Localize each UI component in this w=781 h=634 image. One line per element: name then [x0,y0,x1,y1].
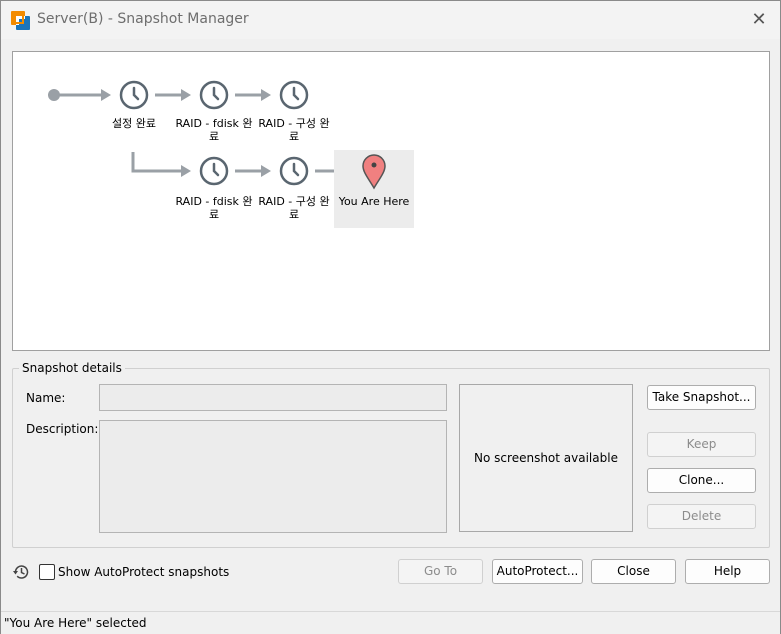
clock-icon[interactable] [199,156,229,186]
snapshot-label[interactable]: RAID - 구성 완료 [254,195,334,221]
clock-icon[interactable] [199,80,229,110]
clock-icon[interactable] [279,156,309,186]
autoprotect-button[interactable]: AutoProtect... [492,559,583,584]
snapshot-tree-panel[interactable]: 설정 완료 RAID - fdisk 완료 RAID - 구성 완료 RAID … [12,51,770,351]
you-are-here-label[interactable]: You Are Here [334,195,414,208]
history-icon [13,565,29,579]
no-screenshot-text: No screenshot available [474,451,618,465]
name-label: Name: [26,391,66,405]
screenshot-preview: No screenshot available [459,384,633,532]
description-label: Description: [26,422,99,436]
go-to-button[interactable]: Go To [398,559,483,584]
description-field[interactable] [99,420,447,533]
clock-icon[interactable] [279,80,309,110]
help-button[interactable]: Help [685,559,770,584]
keep-button[interactable]: Keep [647,432,756,457]
snapshot-label[interactable]: 설정 완료 [94,117,174,130]
close-window-icon[interactable]: ✕ [746,7,772,33]
name-field[interactable] [99,384,447,411]
show-autoprotect-label[interactable]: Show AutoProtect snapshots [58,565,229,579]
status-bar: "You Are Here" selected [1,611,780,634]
title-bar: Server(B) - Snapshot Manager ✕ [1,1,780,39]
take-snapshot-button[interactable]: Take Snapshot... [647,385,756,410]
delete-button[interactable]: Delete [647,504,756,529]
clock-icon[interactable] [119,80,149,110]
snapshot-manager-window: Server(B) - Snapshot Manager ✕ 설정 완료 RAI… [0,0,781,634]
clone-button[interactable]: Clone... [647,468,756,493]
status-text: "You Are Here" selected [4,616,147,630]
vmware-app-icon [11,11,30,30]
show-autoprotect-checkbox[interactable] [39,564,55,580]
snapshot-label[interactable]: RAID - 구성 완료 [254,117,334,143]
window-title: Server(B) - Snapshot Manager [37,11,249,27]
close-button[interactable]: Close [591,559,676,584]
snapshot-label[interactable]: RAID - fdisk 완료 [174,195,254,221]
snapshot-details-title: Snapshot details [19,361,125,375]
snapshot-label[interactable]: RAID - fdisk 완료 [174,117,254,143]
